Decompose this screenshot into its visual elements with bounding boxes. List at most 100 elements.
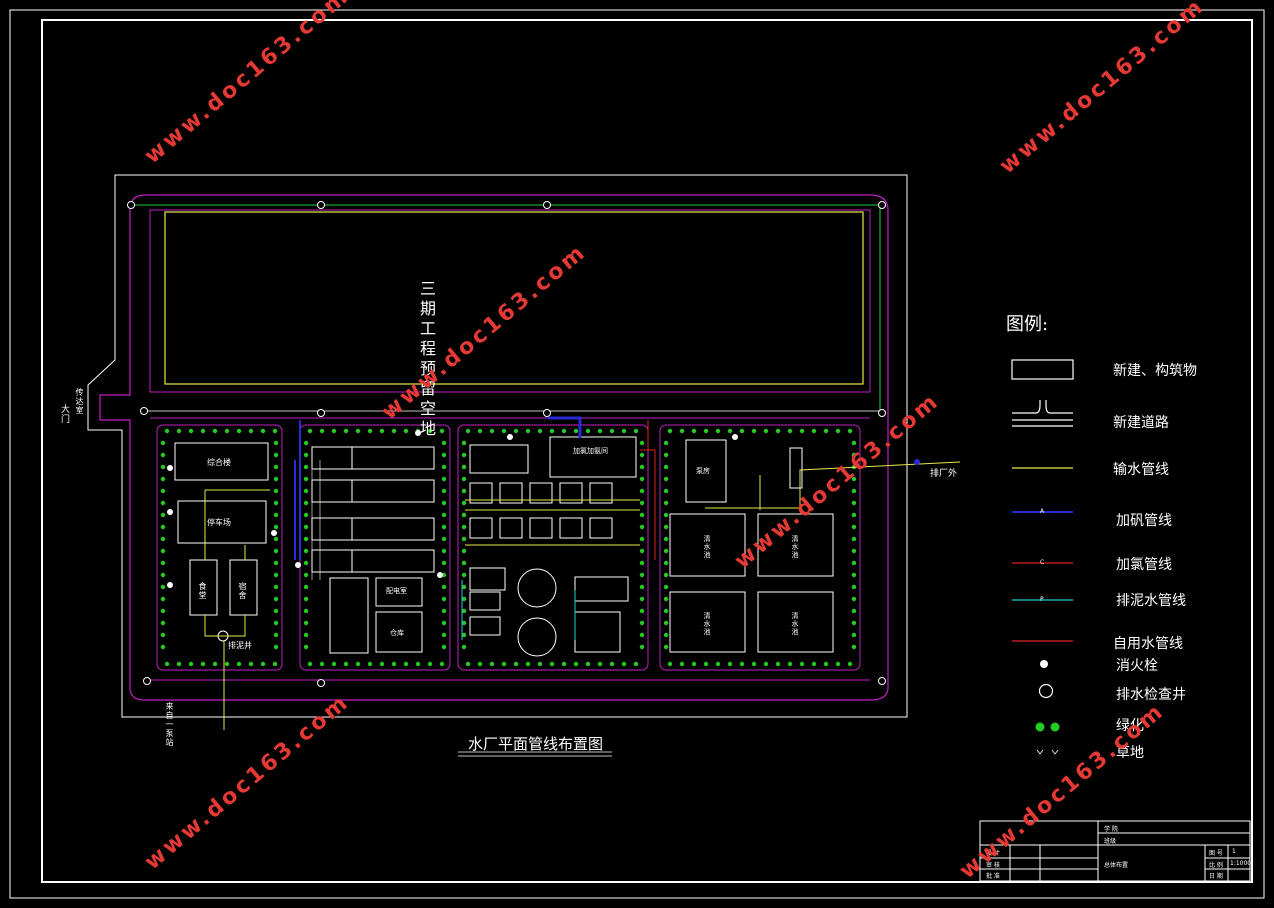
greenery-dot [609, 428, 615, 434]
greenery-dot [461, 644, 467, 650]
greenery-dot [273, 452, 279, 458]
greenery-dot [585, 661, 591, 667]
hydrants [167, 430, 738, 588]
legend-item-water-pipe: 输水管线 [1113, 462, 1169, 478]
greenery-dot [200, 661, 206, 667]
greenery-dot [775, 661, 781, 667]
greenery-dot [441, 512, 447, 518]
legend-symbols [1011, 359, 1074, 755]
greenery-dot [851, 512, 857, 518]
greenery-dot [164, 661, 170, 667]
label-substation: 配电室 [386, 587, 407, 595]
greenery-dot [160, 500, 166, 506]
greenery-dot [639, 620, 645, 626]
greenery-dot [236, 661, 242, 667]
greenery-dot [224, 661, 230, 667]
greenery-dot [441, 608, 447, 614]
greenery-dot [273, 620, 279, 626]
greenery-dot [851, 596, 857, 602]
greenery-dot [639, 488, 645, 494]
greenery-dot [461, 476, 467, 482]
greenery-dot [160, 548, 166, 554]
greenery-dot [461, 512, 467, 518]
greenery-dot [477, 428, 483, 434]
greenery-dot [715, 428, 721, 434]
greenery-dot [441, 560, 447, 566]
drawing-title: 水厂平面管线布置图 [468, 735, 604, 753]
greenery-dot [823, 428, 829, 434]
greenery-dot [811, 428, 817, 434]
greenery-dot [176, 428, 182, 434]
greenery-dot [273, 596, 279, 602]
tb-scale: 1:1000 [1230, 860, 1252, 867]
greenery-dot [160, 524, 166, 530]
greenery-dot [663, 476, 669, 482]
greenery-dot [787, 661, 793, 667]
greenery-dot [273, 584, 279, 590]
greenery-dot [273, 476, 279, 482]
greenery-dot [307, 428, 313, 434]
greenery-dot [441, 548, 447, 554]
greenery-dot [273, 524, 279, 530]
greenery-dot [260, 661, 266, 667]
greenery-dot [691, 428, 697, 434]
tb-row2: 班级 [1104, 838, 1117, 845]
guard-label: 传达室 [75, 388, 84, 415]
greenery-dot [212, 428, 218, 434]
greenery-dot [639, 476, 645, 482]
legend-item-sludge-pipe: 排泥水管线 [1116, 593, 1186, 609]
greenery-dot [851, 500, 857, 506]
greenery-dot [751, 661, 757, 667]
greenery-dot [663, 584, 669, 590]
greenery-dot [303, 440, 309, 446]
tb-date-label: 日 期 [1209, 873, 1223, 880]
greenery-dot [441, 476, 447, 482]
greenery-dot [787, 428, 793, 434]
greenery-dot [160, 440, 166, 446]
greenery-dot [272, 428, 278, 434]
greenery-dot [639, 512, 645, 518]
ring-road-outer [99, 194, 889, 701]
greenery-dot [639, 548, 645, 554]
tb-row1: 学 院 [1104, 826, 1118, 833]
greenery-dot [639, 536, 645, 542]
greenery-dot [477, 661, 483, 667]
greenery-dot [639, 500, 645, 506]
greenery-dot [461, 488, 467, 494]
greenery-dot [355, 661, 361, 667]
greenery-dot [273, 548, 279, 554]
greenery-dot [461, 524, 467, 530]
greenery-dot [303, 572, 309, 578]
greenery-dot [715, 661, 721, 667]
greenery-dot [160, 476, 166, 482]
greenery-dot [663, 512, 669, 518]
greenery-dot [609, 661, 615, 667]
greenery-dot [489, 661, 495, 667]
greenery-dot [663, 572, 669, 578]
greenery-dot [667, 428, 673, 434]
greenery-dot [441, 644, 447, 650]
greenery-dot [639, 632, 645, 638]
greenery-dot [727, 661, 733, 667]
greenery-dot [621, 661, 627, 667]
greenery-dot [303, 596, 309, 602]
greenery-dot [501, 661, 507, 667]
greenery-dot [835, 428, 841, 434]
greenery-dot [236, 428, 242, 434]
tb-approve: 批 准 [986, 873, 1000, 880]
greenery-dot [319, 661, 325, 667]
greenery-dot [537, 661, 543, 667]
greenery-dot [561, 661, 567, 667]
greenery-dot [461, 500, 467, 506]
greenery-dot [260, 428, 266, 434]
greenery-dot [303, 584, 309, 590]
greenery-dot [303, 548, 309, 554]
greenery-dot [663, 596, 669, 602]
greenery-dot [367, 428, 373, 434]
greenery-dot [663, 536, 669, 542]
greenery-dot [639, 560, 645, 566]
tb-scale-label: 比 例 [1209, 862, 1223, 869]
greenery-dot [835, 661, 841, 667]
greenery-dot [355, 428, 361, 434]
greenery-dot [331, 661, 337, 667]
